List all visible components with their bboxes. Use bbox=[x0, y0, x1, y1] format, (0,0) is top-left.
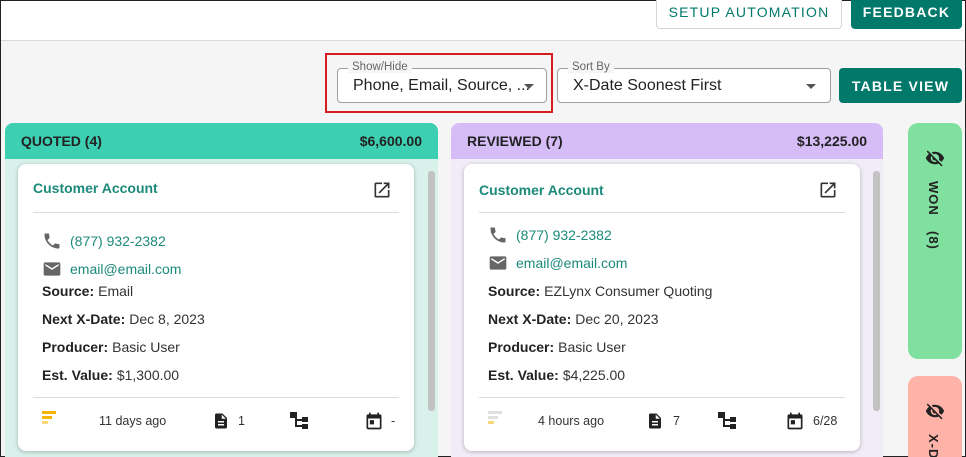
column-title: REVIEWED (7) bbox=[467, 133, 563, 149]
feedback-button[interactable]: FEEDBACK bbox=[851, 0, 962, 29]
email-icon bbox=[489, 256, 507, 270]
calendar-icon bbox=[366, 412, 382, 430]
opportunity-card[interactable]: Customer Account (877) 932-2382 email@em… bbox=[18, 164, 414, 451]
phone-row: (877) 932-2382 bbox=[488, 225, 612, 245]
priority-indicator[interactable] bbox=[42, 410, 58, 426]
eye-off-icon[interactable] bbox=[925, 148, 945, 168]
hierarchy-icon bbox=[290, 412, 308, 429]
source-label: Source: bbox=[42, 283, 95, 299]
kanban-column-quoted: QUOTED (4) $6,600.00 Customer Account (8… bbox=[5, 123, 438, 457]
phone-row: (877) 932-2382 bbox=[42, 231, 166, 251]
document-icon bbox=[215, 413, 227, 429]
collapsed-column-count: (8) bbox=[926, 231, 941, 250]
setup-automation-button[interactable]: SETUP AUTOMATION bbox=[656, 0, 842, 29]
collapsed-column-xdate[interactable]: X-D bbox=[908, 376, 962, 457]
xdate-label: Next X-Date: bbox=[42, 311, 126, 327]
producer-value: Basic User bbox=[112, 339, 180, 355]
divider bbox=[479, 212, 845, 213]
eye-off-icon[interactable] bbox=[925, 401, 945, 421]
hierarchy-button[interactable] bbox=[290, 412, 310, 430]
xdate-value: Dec 20, 2023 bbox=[575, 311, 659, 327]
email-link[interactable]: email@email.com bbox=[516, 255, 627, 271]
producer-label: Producer: bbox=[488, 339, 555, 355]
email-link[interactable]: email@email.com bbox=[70, 261, 181, 277]
document-icon bbox=[649, 413, 661, 429]
divider bbox=[479, 397, 845, 398]
column-header: QUOTED (4) $6,600.00 bbox=[5, 123, 438, 159]
time-ago: 4 hours ago bbox=[538, 414, 605, 428]
documents-count[interactable]: 7 bbox=[646, 411, 680, 431]
source-row: Source: Email bbox=[42, 283, 133, 299]
est-value-row: Est. Value: $4,225.00 bbox=[488, 367, 625, 383]
xdate-row: Next X-Date: Dec 8, 2023 bbox=[42, 311, 205, 327]
chevron-down-icon[interactable] bbox=[806, 84, 816, 89]
priority-bars-icon bbox=[488, 411, 502, 424]
chevron-down-icon[interactable] bbox=[524, 84, 534, 89]
source-value: Email bbox=[98, 283, 134, 299]
scrollbar-thumb[interactable] bbox=[428, 171, 435, 411]
email-icon bbox=[43, 262, 61, 276]
tasks-count[interactable]: 6/28 bbox=[785, 411, 837, 431]
documents-count[interactable]: 1 bbox=[212, 411, 245, 431]
sort-by-label: Sort By bbox=[568, 61, 614, 73]
est-value: $1,300.00 bbox=[116, 367, 180, 383]
phone-icon bbox=[44, 233, 60, 249]
producer-row: Producer: Basic User bbox=[488, 339, 626, 355]
est-value-label: Est. Value: bbox=[488, 367, 559, 383]
collapsed-column-title: X-D bbox=[926, 434, 941, 457]
collapsed-column-won[interactable]: WON (8) bbox=[908, 123, 962, 359]
divider bbox=[33, 397, 399, 398]
top-bar: SETUP AUTOMATION FEEDBACK bbox=[1, 0, 965, 41]
kanban-column-reviewed: REVIEWED (7) $13,225.00 Customer Account… bbox=[451, 123, 883, 457]
sort-by-select[interactable]: Sort By X-Date Soonest First bbox=[557, 61, 831, 103]
priority-bars-icon bbox=[42, 411, 56, 424]
scrollbar[interactable] bbox=[873, 171, 880, 457]
time-ago: 11 days ago bbox=[99, 414, 167, 428]
email-row: email@email.com bbox=[488, 253, 627, 273]
sort-by-value: X-Date Soonest First bbox=[573, 77, 722, 94]
producer-label: Producer: bbox=[42, 339, 109, 355]
producer-row: Producer: Basic User bbox=[42, 339, 180, 355]
card-title[interactable]: Customer Account bbox=[479, 182, 604, 198]
show-hide-value: Phone, Email, Source, ... bbox=[353, 77, 530, 94]
column-total: $13,225.00 bbox=[796, 133, 867, 149]
phone-icon bbox=[490, 227, 506, 243]
open-in-new-icon[interactable] bbox=[818, 180, 838, 200]
source-row: Source: EZLynx Consumer Quoting bbox=[488, 283, 712, 299]
phone-link[interactable]: (877) 932-2382 bbox=[516, 227, 612, 243]
show-hide-label: Show/Hide bbox=[348, 61, 412, 73]
show-hide-select[interactable]: Show/Hide Phone, Email, Source, ... bbox=[337, 61, 547, 103]
table-view-button[interactable]: TABLE VIEW bbox=[839, 68, 962, 103]
hierarchy-icon bbox=[718, 412, 736, 429]
column-title: QUOTED (4) bbox=[21, 133, 102, 149]
card-title[interactable]: Customer Account bbox=[33, 180, 158, 196]
xdate-value: Dec 8, 2023 bbox=[129, 311, 205, 327]
priority-indicator[interactable] bbox=[488, 410, 504, 426]
source-value: EZLynx Consumer Quoting bbox=[544, 283, 713, 299]
producer-value: Basic User bbox=[558, 339, 626, 355]
xdate-row: Next X-Date: Dec 20, 2023 bbox=[488, 311, 659, 327]
phone-link[interactable]: (877) 932-2382 bbox=[70, 233, 166, 249]
source-label: Source: bbox=[488, 283, 541, 299]
tasks-count[interactable]: - bbox=[364, 411, 395, 431]
est-value: $4,225.00 bbox=[562, 367, 626, 383]
email-row: email@email.com bbox=[42, 259, 181, 279]
est-value-row: Est. Value: $1,300.00 bbox=[42, 367, 179, 383]
est-value-label: Est. Value: bbox=[42, 367, 113, 383]
open-in-new-icon[interactable] bbox=[372, 180, 392, 200]
opportunity-card[interactable]: Customer Account (877) 932-2382 email@em… bbox=[464, 164, 860, 451]
scrollbar-thumb[interactable] bbox=[873, 171, 880, 411]
tasks-value: 6/28 bbox=[813, 414, 838, 428]
column-total: $6,600.00 bbox=[359, 133, 422, 149]
documents-value: 1 bbox=[238, 414, 245, 428]
hierarchy-button[interactable] bbox=[718, 412, 738, 430]
divider bbox=[33, 212, 399, 213]
column-header: REVIEWED (7) $13,225.00 bbox=[451, 123, 883, 159]
collapsed-column-title: WON bbox=[926, 181, 941, 216]
calendar-icon bbox=[787, 412, 803, 430]
documents-value: 7 bbox=[673, 414, 680, 428]
tasks-value: - bbox=[391, 414, 396, 428]
xdate-label: Next X-Date: bbox=[488, 311, 572, 327]
scrollbar[interactable] bbox=[428, 171, 435, 457]
